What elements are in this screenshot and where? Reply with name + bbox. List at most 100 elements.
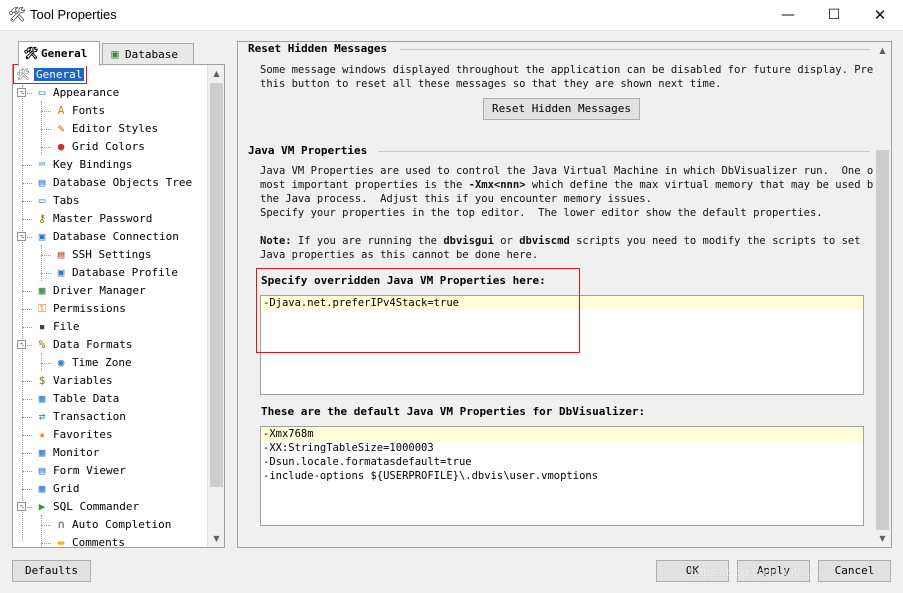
- db-connection-icon: ▣: [38, 230, 46, 243]
- reset-hidden-messages-button[interactable]: Reset Hidden Messages: [483, 98, 640, 120]
- tree-item-label: Appearance: [53, 86, 120, 99]
- maximize-button[interactable]: ☐: [811, 0, 857, 31]
- tree-item-grid[interactable]: ▦ Grid: [22, 480, 80, 498]
- tree-item-label: Driver Manager: [53, 284, 146, 297]
- tree-item-editor-styles[interactable]: ✎ Editor Styles: [41, 120, 159, 138]
- minimize-button[interactable]: —: [765, 0, 811, 31]
- database-icon: ▣: [111, 47, 119, 61]
- jvm-text-line4: Specify your properties in the top edito…: [260, 207, 823, 219]
- form-icon: ▤: [38, 464, 46, 477]
- cancel-button[interactable]: Cancel: [818, 560, 891, 582]
- default-properties-editor[interactable]: -Xmx768m -XX:StringTableSize=1000003 -Ds…: [260, 426, 864, 526]
- jvm-text-line2: most important properties is the -Xmx<nn…: [260, 179, 880, 191]
- tab-general[interactable]: 🛠 General: [18, 41, 100, 66]
- palette-icon: ●: [57, 140, 65, 153]
- tree-item-auto-completion[interactable]: ∩ Auto Completion: [41, 516, 172, 534]
- tools-icon: 🛠: [8, 7, 26, 23]
- tree-item-database-connection[interactable]: - ▣ Database Connection: [17, 228, 179, 246]
- file-icon: ▪: [38, 320, 46, 333]
- tree-item-label: File: [53, 320, 80, 333]
- tree-item-variables[interactable]: $ Variables: [22, 372, 113, 390]
- tree-item-label: Permissions: [53, 302, 126, 315]
- panel-scrollbar[interactable]: ▲ ▼: [874, 42, 891, 547]
- tree-item-ssh-settings[interactable]: ▤ SSH Settings: [41, 246, 151, 264]
- tree-item-master-password[interactable]: ⚷ Master Password: [22, 210, 152, 228]
- tree-item-label: Database Connection: [53, 230, 179, 243]
- tree-item-label: Fonts: [72, 104, 106, 117]
- autocomplete-icon: ∩: [57, 518, 65, 531]
- tree-item-label: Grid Colors: [72, 140, 145, 153]
- reset-section-title: Reset Hidden Messages: [248, 42, 388, 55]
- tree-item-label: Database Objects Tree: [53, 176, 193, 189]
- db-profile-icon: ▣: [57, 266, 65, 279]
- percent-icon: %: [38, 338, 46, 351]
- tree-item-appearance[interactable]: - ▭ Appearance: [17, 84, 120, 102]
- tree-scrollbar[interactable]: ▲ ▼: [207, 65, 224, 547]
- tab-database[interactable]: ▣ Database: [102, 43, 194, 65]
- key-icon: ⚷: [37, 212, 47, 225]
- tree-item-driver-manager[interactable]: ▦ Driver Manager: [22, 282, 146, 300]
- tree-item-label: Database Profile: [72, 266, 178, 279]
- tab-database-label: Database: [125, 48, 178, 61]
- title-bar: 🛠 Tool Properties — ☐ ✕: [0, 0, 903, 31]
- tree-item-permissions[interactable]: ⚿ Permissions: [22, 300, 126, 318]
- tree-item-label: SQL Commander: [53, 500, 140, 513]
- tree-item-label: Transaction: [53, 410, 126, 423]
- tree-item-label: Auto Completion: [72, 518, 172, 531]
- jvm-section-title: Java VM Properties: [248, 144, 368, 157]
- settings-tree[interactable]: 🛠 General - ▭ Appearance A Fonts ✎ Editor Styles…: [12, 64, 225, 548]
- editor-styles-icon: ✎: [57, 122, 65, 135]
- tree-item-label: Comments: [72, 536, 125, 548]
- defaults-button[interactable]: Defaults: [12, 560, 91, 582]
- tree-item-fonts[interactable]: A Fonts: [41, 102, 106, 120]
- tree-item-table-data[interactable]: ▦ Table Data: [22, 390, 119, 408]
- tree-item-label: Editor Styles: [72, 122, 159, 135]
- tree-scroll-thumb[interactable]: [210, 83, 223, 487]
- permissions-icon: ⚿: [37, 302, 47, 315]
- scroll-down-icon[interactable]: ▼: [874, 530, 891, 547]
- tree-item-file[interactable]: ▪ File: [22, 318, 80, 336]
- monitor-grid-icon: ▦: [38, 446, 46, 459]
- default-line: -Dsun.locale.formatasdefault=true: [263, 456, 472, 468]
- tree-item-comments[interactable]: ▬ Comments: [41, 534, 125, 548]
- tree-item-label: Time Zone: [72, 356, 132, 369]
- tree-item-data-formats[interactable]: -% Data Formats: [17, 336, 132, 354]
- scroll-up-icon[interactable]: ▲: [208, 65, 225, 82]
- tree-item-monitor[interactable]: ▦ Monitor: [22, 444, 99, 462]
- defaults-label: These are the default Java VM Properties…: [261, 405, 646, 418]
- tools-icon: 🛠: [23, 46, 39, 60]
- tree-item-label: Favorites: [53, 428, 113, 441]
- tree-item-database-objects-tree[interactable]: ▤ Database Objects Tree: [22, 174, 193, 192]
- tree-item-grid-colors[interactable]: ● Grid Colors: [41, 138, 145, 156]
- jvm-text-line3: the Java process. Adjust this if you enc…: [260, 193, 652, 205]
- tree-item-sql-commander[interactable]: - ▶ SQL Commander: [17, 498, 140, 516]
- tree-item-transaction[interactable]: ⇄ Transaction: [22, 408, 126, 426]
- override-highlight-box: [256, 268, 580, 353]
- play-icon: ▶: [38, 500, 46, 513]
- tree-item-label: Grid: [53, 482, 80, 495]
- scroll-up-icon[interactable]: ▲: [874, 42, 891, 59]
- globe-icon: ◉: [57, 356, 65, 369]
- tree-item-time-zone[interactable]: ◉ Time Zone: [41, 354, 132, 372]
- star-icon: ★: [38, 428, 46, 441]
- tree-item-label: Form Viewer: [53, 464, 126, 477]
- dollar-icon: $: [38, 374, 46, 387]
- tabs-icon: ▭: [38, 194, 46, 207]
- table-icon: ▦: [38, 392, 46, 405]
- tree-item-key-bindings[interactable]: ⌨ Key Bindings: [22, 156, 132, 174]
- tree-item-tabs[interactable]: ▭ Tabs: [22, 192, 80, 210]
- default-line: -XX:StringTableSize=1000003: [263, 442, 434, 454]
- driver-icon: ▦: [38, 284, 46, 297]
- scroll-down-icon[interactable]: ▼: [208, 530, 225, 547]
- folder-icon: ▬: [57, 536, 65, 548]
- tree-item-database-profile[interactable]: ▣ Database Profile: [41, 264, 178, 282]
- ssh-icon: ▤: [57, 248, 65, 261]
- close-button[interactable]: ✕: [857, 0, 903, 31]
- keyboard-icon: ⌨: [38, 158, 46, 171]
- panel-scroll-thumb[interactable]: [876, 150, 889, 530]
- window-title: Tool Properties: [30, 7, 117, 22]
- tree-item-favorites[interactable]: ★ Favorites: [22, 426, 113, 444]
- tree-item-form-viewer[interactable]: ▤ Form Viewer: [22, 462, 126, 480]
- tree-item-label: Variables: [53, 374, 113, 387]
- font-icon: A: [57, 104, 65, 117]
